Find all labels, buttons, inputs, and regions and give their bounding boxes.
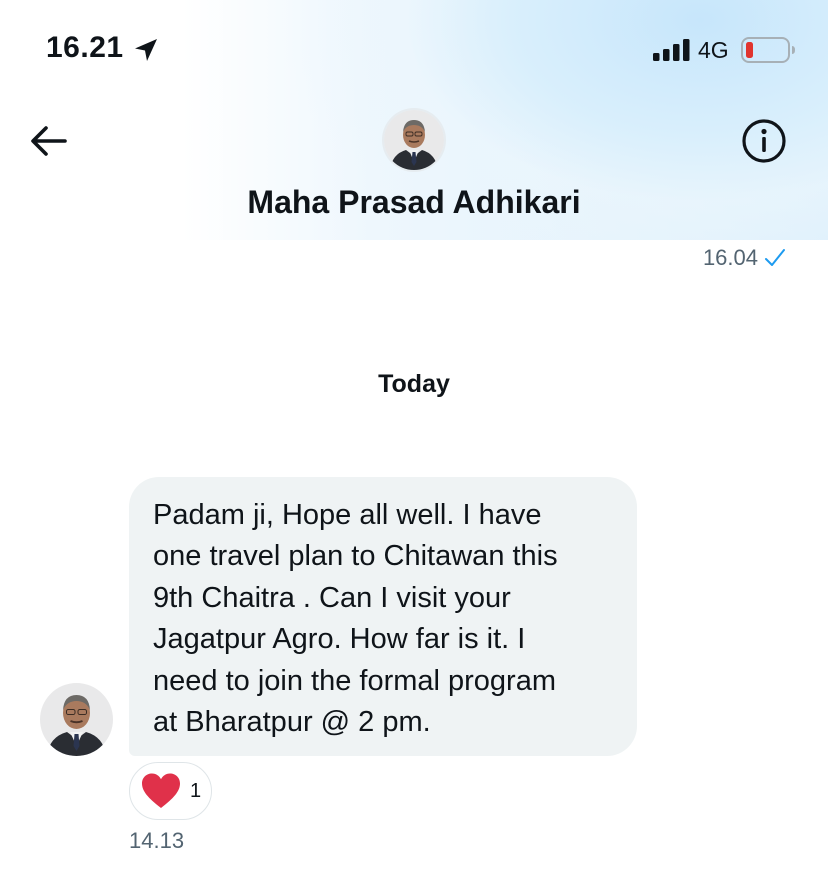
message-bubble[interactable]: Padam ji, Hope all well. I have one trav…: [129, 477, 637, 756]
previous-message-time: 16.04: [702, 245, 758, 270]
previous-message-meta: 16.04: [703, 245, 786, 271]
message-time: 14.13: [129, 828, 185, 853]
message-line: need to join the formal program: [153, 664, 556, 697]
message-line: at Bharatpur @ 2 pm.: [153, 706, 431, 739]
message-line: one travel plan to Chitawan this: [153, 540, 558, 573]
location-arrow-icon: [135, 39, 157, 61]
status-time: 16.21: [46, 31, 124, 64]
contact-name[interactable]: Maha Prasad Adhikari: [0, 184, 828, 221]
message-line: Jagatpur Agro. How far is it. I: [153, 623, 526, 656]
contact-avatar[interactable]: [384, 110, 444, 170]
signal-bars-icon: [653, 39, 690, 61]
check-icon: [765, 249, 785, 266]
heart-icon: [142, 773, 180, 808]
battery-low-icon: [741, 37, 795, 63]
network-type: 4G: [698, 37, 729, 63]
back-arrow-icon[interactable]: [28, 120, 70, 162]
reaction-count: 1: [190, 779, 202, 802]
reaction-button[interactable]: 1: [129, 762, 212, 820]
date-divider: Today: [378, 370, 450, 398]
dm-conversation-screen: 16.21 4G Maha Prasad Adhikari 16.04 Toda…: [0, 0, 828, 871]
message-line: 9th Chaitra . Can I visit your: [153, 581, 511, 614]
message-line: Padam ji, Hope all well. I have: [153, 499, 542, 531]
sender-avatar[interactable]: [40, 683, 113, 756]
info-icon[interactable]: [740, 117, 788, 165]
